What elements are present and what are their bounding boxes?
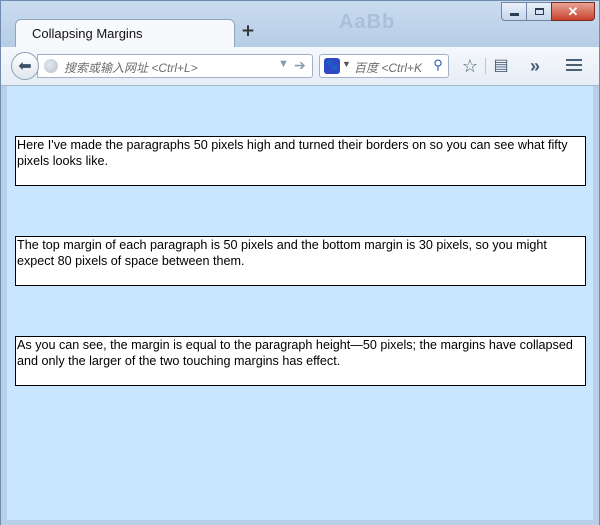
window-controls: ✕	[501, 2, 595, 22]
maximize-icon	[534, 8, 544, 15]
reading-list-icon[interactable]: ▤	[491, 56, 511, 76]
search-bar[interactable]: 🐾 ▼ 百度 <Ctrl+K ⚲	[319, 54, 449, 78]
back-button[interactable]: ⬅	[11, 52, 39, 80]
close-icon: ✕	[567, 3, 579, 19]
hamburger-menu-icon[interactable]	[564, 56, 584, 76]
address-bar[interactable]: 搜索或输入网址 <Ctrl+L> ▼ ➔	[37, 54, 313, 78]
tab-collapsing-margins[interactable]: Collapsing Margins	[15, 19, 235, 47]
address-bar-placeholder: 搜索或输入网址 <Ctrl+L>	[64, 61, 198, 75]
tab-strip: AaBb Collapsing Margins + ✕	[1, 1, 599, 47]
search-bar-placeholder: 百度 <Ctrl+K	[354, 61, 423, 75]
paragraph-3: As you can see, the margin is equal to t…	[15, 336, 586, 386]
navigation-toolbar: 搜索或输入网址 <Ctrl+L> ▼ ➔ ⬅ 🐾 ▼ 百度 <Ctrl+K ⚲ …	[1, 47, 599, 86]
browser-window: AaBb Collapsing Margins + ✕ 搜索或输入网址 <Ctr…	[0, 0, 600, 525]
overflow-chevrons-icon[interactable]: »	[525, 56, 545, 76]
maximize-button[interactable]	[526, 2, 552, 21]
go-arrow-icon[interactable]: ➔	[294, 57, 306, 74]
page-content: Here I've made the paragraphs 50 pixels …	[7, 86, 593, 520]
minimize-button[interactable]	[501, 2, 527, 21]
search-icon[interactable]: ⚲	[430, 57, 446, 75]
chevron-down-icon[interactable]: ▼	[278, 58, 289, 70]
back-arrow-icon: ⬅	[18, 58, 32, 75]
tab-title: Collapsing Margins	[32, 26, 143, 41]
minimize-icon	[509, 13, 519, 16]
search-engine-dropdown-icon[interactable]: ▼	[342, 59, 351, 69]
aero-background-text: AaBb	[339, 11, 396, 33]
close-button[interactable]: ✕	[551, 2, 595, 21]
search-engine-icon[interactable]: 🐾	[324, 58, 340, 74]
paragraph-2: The top margin of each paragraph is 50 p…	[15, 236, 586, 286]
globe-icon	[44, 59, 58, 73]
paragraph-1: Here I've made the paragraphs 50 pixels …	[15, 136, 586, 186]
toolbar-separator	[485, 58, 486, 74]
window-bottom-border	[1, 520, 599, 525]
new-tab-button[interactable]: +	[239, 20, 257, 42]
star-icon[interactable]: ☆	[460, 56, 480, 76]
